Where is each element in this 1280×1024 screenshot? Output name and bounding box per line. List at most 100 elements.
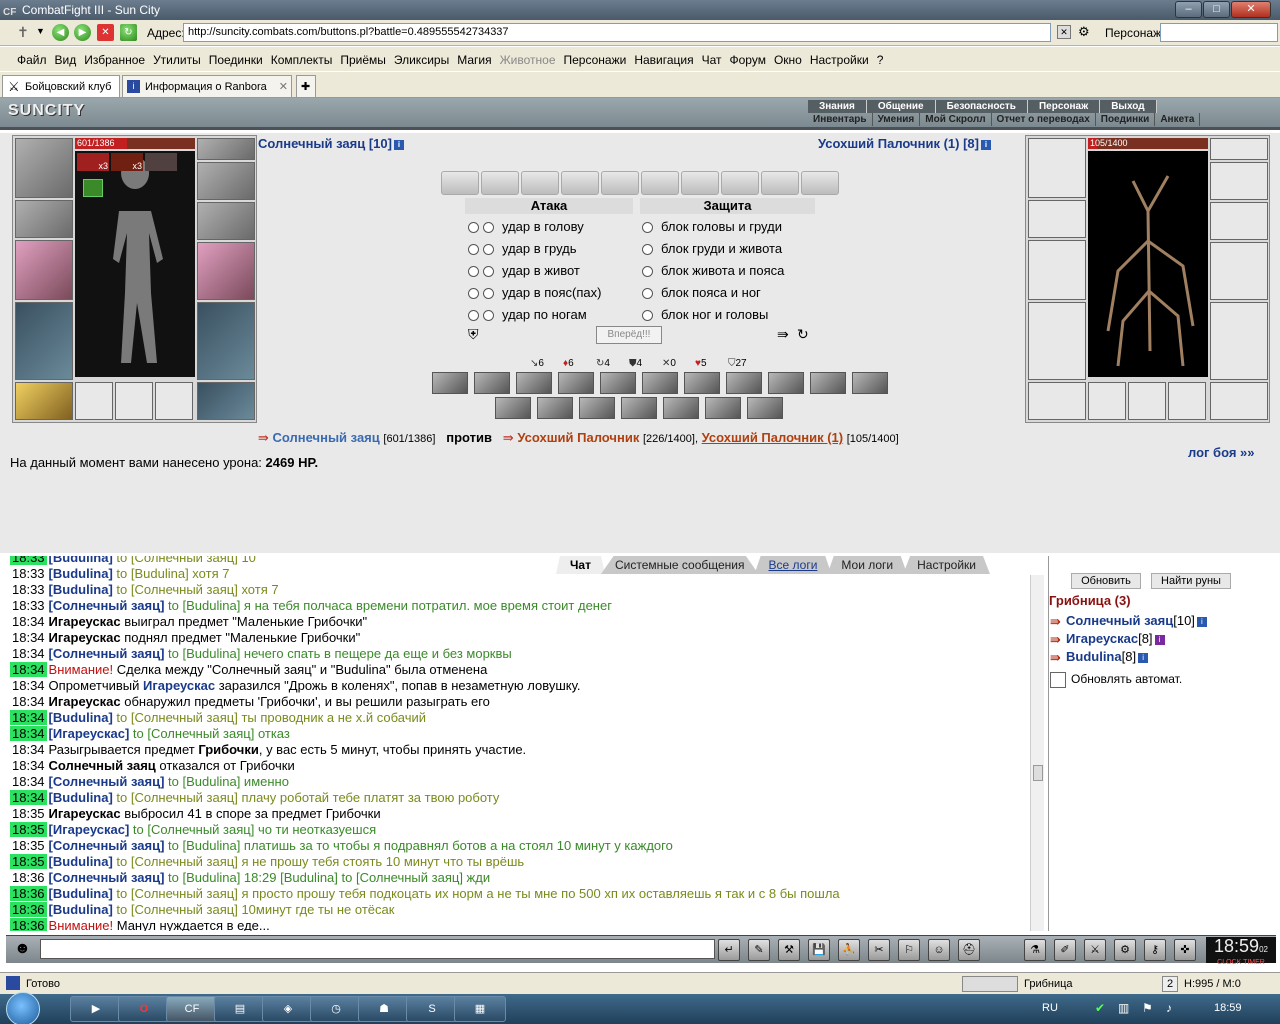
chat-timestamp[interactable]: 18:33 <box>10 582 47 597</box>
chat-text[interactable]: [Budulina] <box>49 790 113 805</box>
chat-timestamp[interactable]: 18:34 <box>10 710 47 725</box>
key-icon[interactable]: ⚷ <box>1144 939 1166 961</box>
defense-radio[interactable] <box>642 222 653 234</box>
game-nav-top-item[interactable]: Выход <box>1100 100 1157 113</box>
skill-button[interactable] <box>495 397 531 419</box>
attack-option[interactable]: удар в пояс(пах) <box>468 283 601 303</box>
scroll-slot[interactable] <box>761 171 799 195</box>
empty-slot[interactable] <box>75 382 113 420</box>
boots-slot[interactable] <box>197 382 255 420</box>
game-nav-top-item[interactable]: Общение <box>867 100 936 113</box>
player-list-item[interactable]: ⇛ Budulina[8] i <box>1050 649 1149 666</box>
empty-slot[interactable] <box>1088 382 1126 420</box>
chat-timestamp[interactable]: 18:34 <box>10 758 47 773</box>
attack-radio-b[interactable] <box>483 244 494 256</box>
enemy-name[interactable]: Усохший Палочник (1) [8] i <box>818 136 991 151</box>
menu-item[interactable]: Эликсиры <box>394 53 449 67</box>
versus-enemy-1[interactable]: Усохший Палочник <box>517 430 639 445</box>
game-nav-bottom-item[interactable]: Умения <box>873 113 921 126</box>
find-runes-button[interactable]: Найти руны <box>1151 573 1231 589</box>
chat-timestamp[interactable]: 18:33 <box>10 566 47 581</box>
character-input[interactable] <box>1160 23 1278 42</box>
scroll-slot[interactable] <box>681 171 719 195</box>
empty-slot[interactable] <box>115 382 153 420</box>
chat-tab[interactable]: Настройки <box>903 556 990 574</box>
private-message-icon[interactable]: ⇛ <box>1050 650 1061 666</box>
shield-cross-icon[interactable]: ⛨ <box>468 326 479 343</box>
chat-timestamp[interactable]: 18:36 <box>10 870 47 885</box>
start-button[interactable] <box>6 992 40 1024</box>
helmet-slot[interactable] <box>15 138 73 198</box>
tray-volume-icon[interactable]: ♪ <box>1166 1001 1172 1015</box>
menu-item[interactable]: ? <box>877 53 884 67</box>
chat-timestamp[interactable]: 18:35 <box>10 838 47 853</box>
menu-item[interactable]: Утилиты <box>153 53 201 67</box>
versus-player[interactable]: Солнечный заяц <box>273 430 380 445</box>
tab-close-icon[interactable]: ✕ <box>279 76 288 98</box>
enemy-armor-slot[interactable] <box>1028 302 1086 380</box>
chat-text[interactable]: [Солнечный заяц] <box>49 838 165 853</box>
offhand-slot[interactable] <box>197 242 255 300</box>
chat-timestamp[interactable]: 18:36 <box>10 918 47 931</box>
player-info-icon[interactable]: i <box>1154 634 1165 645</box>
menu-item[interactable]: Вид <box>55 53 77 67</box>
player-info-icon[interactable]: i <box>393 139 404 150</box>
empty-slot[interactable] <box>155 382 193 420</box>
effect-icon[interactable] <box>83 179 103 197</box>
helmet-icon[interactable]: ⛑ <box>958 939 980 961</box>
defense-option[interactable]: блок головы и груди <box>642 217 782 237</box>
skill-button[interactable] <box>852 372 888 394</box>
armor-slot[interactable] <box>15 302 73 380</box>
attack-radio-a[interactable] <box>468 266 479 278</box>
settings-icon[interactable]: ⚙ <box>1114 939 1136 961</box>
player-info-icon[interactable]: i <box>1196 616 1207 627</box>
chat-tab[interactable]: Все логи <box>754 556 832 574</box>
menu-item[interactable]: Настройки <box>810 53 869 67</box>
chat-text[interactable]: [Budulina] <box>49 886 113 901</box>
send-icon[interactable]: ↵ <box>718 939 740 961</box>
menu-item[interactable]: Файл <box>17 53 47 67</box>
potion-icon[interactable]: ⚗ <box>1024 939 1046 961</box>
chat-scrollbar[interactable] <box>1030 575 1044 931</box>
empty-slot[interactable] <box>1128 382 1166 420</box>
tab-info[interactable]: i Информация о Ranbora ✕ <box>122 75 292 97</box>
taskbar-files-icon[interactable]: ▦ <box>454 996 506 1022</box>
back-button[interactable]: ◀ <box>52 24 69 41</box>
chat-text[interactable]: [Солнечный заяц] <box>49 598 165 613</box>
attack-radio-a[interactable] <box>468 222 479 234</box>
attack-radio-a[interactable] <box>468 244 479 256</box>
chat-timestamp[interactable]: 18:34 <box>10 646 47 661</box>
menu-item[interactable]: Избранное <box>84 53 145 67</box>
skill-button[interactable] <box>810 372 846 394</box>
game-nav-bottom-item[interactable]: Отчет о переводах <box>992 113 1096 126</box>
player-info-icon[interactable]: i <box>1138 652 1149 663</box>
forward-button[interactable]: Вперёд!!! <box>596 326 662 344</box>
fight-icon[interactable]: ⛹ <box>838 939 860 961</box>
auto-refresh-checkbox[interactable] <box>1050 672 1066 688</box>
chat-timestamp[interactable]: 18:33 <box>10 556 47 565</box>
game-nav-top-item[interactable]: Безопасность <box>936 100 1028 113</box>
defense-radio[interactable] <box>642 288 653 300</box>
chat-timestamp[interactable]: 18:34 <box>10 726 47 741</box>
defense-radio[interactable] <box>642 244 653 256</box>
scroll-slot[interactable] <box>521 171 559 195</box>
chat-timestamp[interactable]: 18:34 <box>10 742 47 757</box>
battle-icon[interactable]: ⚔ <box>1084 939 1106 961</box>
skill-button[interactable] <box>432 372 468 394</box>
taskbar-skype-icon[interactable]: S <box>406 996 458 1022</box>
save-icon[interactable]: 💾 <box>808 939 830 961</box>
skill-button[interactable] <box>537 397 573 419</box>
skill-button[interactable] <box>684 372 720 394</box>
chat-timestamp[interactable]: 18:33 <box>10 598 47 613</box>
chat-timestamp[interactable]: 18:34 <box>10 662 47 677</box>
buff-slot-1[interactable]: x3 <box>77 153 109 171</box>
taskbar-clock-icon[interactable]: ◷ <box>310 996 362 1022</box>
skill-button[interactable] <box>747 397 783 419</box>
enemy-boots-slot[interactable] <box>1210 382 1268 420</box>
rings-slot[interactable] <box>197 162 255 200</box>
buff-slot-3[interactable] <box>145 153 177 171</box>
menu-item[interactable]: Чат <box>702 53 722 67</box>
forward-nav-button[interactable]: ▶ <box>74 24 91 41</box>
refresh-button[interactable]: ↻ <box>120 24 137 41</box>
attack-radio-b[interactable] <box>483 222 494 234</box>
